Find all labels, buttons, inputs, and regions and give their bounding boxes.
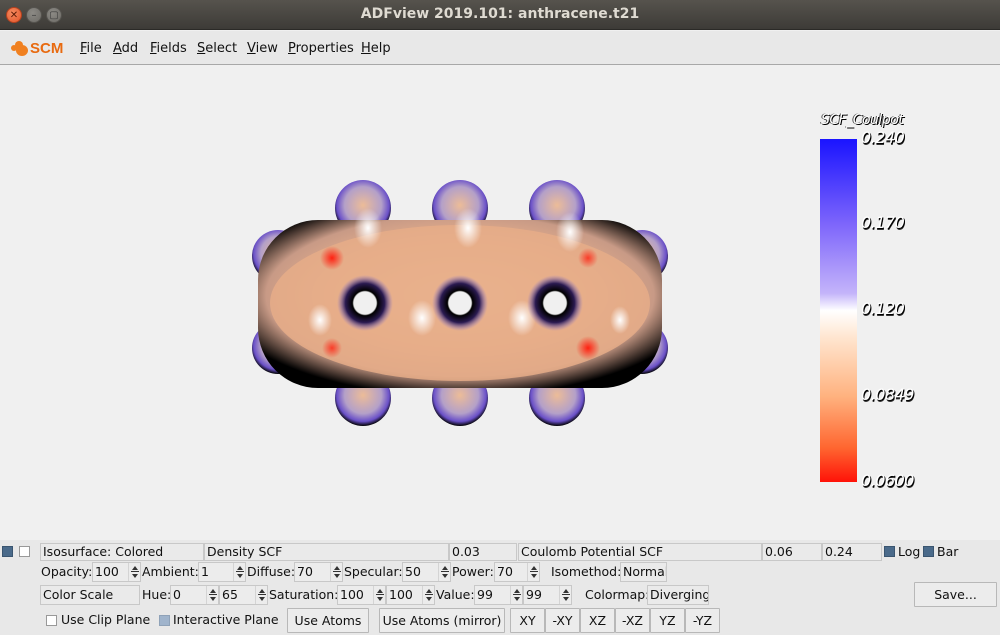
log-label: Log [898, 544, 921, 559]
isovalue-input[interactable]: 0.03 [449, 543, 517, 561]
scm-logo-text: SCM [30, 39, 64, 57]
colormap-label: Colormap: [585, 587, 650, 602]
select-checkbox[interactable] [19, 546, 30, 557]
power-label: Power: [452, 564, 494, 579]
plane-neg-xz-button[interactable]: -XZ [615, 608, 650, 633]
diffuse-spinbox[interactable]: 70 [294, 562, 343, 582]
value-label: Value: [436, 587, 475, 602]
use-clip-plane-label: Use Clip Plane [61, 612, 151, 627]
negative-region [320, 246, 344, 270]
menu-properties[interactable]: Properties [288, 41, 354, 56]
interactive-plane-checkbox[interactable] [159, 615, 170, 626]
menu-mnemonic: P [288, 41, 296, 56]
menu-file[interactable]: File [80, 41, 102, 56]
plane-xz-button[interactable]: XZ [580, 608, 615, 633]
menu-mnemonic: A [113, 41, 122, 56]
color-field-select[interactable]: Coulomb Potential SCF [518, 543, 762, 561]
isomethod-label: Isomethod: [551, 564, 622, 579]
colormap-select[interactable]: Diverging [647, 585, 709, 605]
color-max-input[interactable]: 0.24 [822, 543, 882, 561]
value-min-spinbox[interactable]: 99 [474, 585, 523, 605]
saturation-max-spinbox[interactable]: 100 [386, 585, 435, 605]
use-clip-plane-checkbox[interactable] [46, 615, 57, 626]
hue-min-spinbox[interactable]: 0 [170, 585, 219, 605]
isosurface-type-field[interactable]: Isosurface: Colored [40, 543, 204, 561]
title-bar: ✕ – ▢ ADFview 2019.101: anthracene.t21 [0, 0, 1000, 30]
isosurface-panel: Isosurface: Colored Density SCF 0.03 Cou… [0, 540, 1000, 635]
colorbar-title: SCF_Coulpot [821, 112, 904, 128]
menu-select[interactable]: Select [197, 41, 237, 56]
ring-hole [527, 275, 583, 331]
opacity-spinbox[interactable]: 100 [92, 562, 141, 582]
hue-max-spinbox[interactable]: 65 [219, 585, 268, 605]
specular-label: Specular: [344, 564, 403, 579]
diffuse-label: Diffuse: [247, 564, 296, 579]
window-title: ADFview 2019.101: anthracene.t21 [360, 6, 640, 22]
plane-neg-xy-button[interactable]: -XY [545, 608, 580, 633]
interactive-plane-label: Interactive Plane [173, 612, 279, 627]
density-field-select[interactable]: Density SCF [204, 543, 449, 561]
use-atoms-button[interactable]: Use Atoms [287, 608, 369, 633]
menu-mnemonic: H [361, 41, 371, 56]
colorbar-tick-label: 0.0849 [861, 385, 914, 404]
opacity-label: Opacity: [41, 564, 93, 579]
use-atoms-mirror-button[interactable]: Use Atoms (mirror) [379, 608, 505, 633]
colorbar-tick-label: 0.0600 [861, 471, 914, 490]
menu-view[interactable]: View [247, 41, 278, 56]
menu-help[interactable]: Help [361, 41, 391, 56]
menu-add[interactable]: Add [113, 41, 138, 56]
ring-hole [337, 275, 393, 331]
menu-mnemonic: F [80, 41, 87, 56]
scm-logo[interactable]: SCM [11, 39, 63, 57]
ambient-spinbox[interactable]: 1 [198, 562, 246, 582]
ambient-label: Ambient: [142, 564, 199, 579]
menu-mnemonic: F [150, 41, 157, 56]
specular-spinbox[interactable]: 50 [402, 562, 451, 582]
saturation-label: Saturation: [269, 587, 339, 602]
menu-fields[interactable]: Fields [150, 41, 187, 56]
bar-checkbox[interactable] [923, 546, 934, 557]
plane-yz-button[interactable]: YZ [650, 608, 685, 633]
menu-mnemonic: S [197, 41, 206, 56]
saturation-min-spinbox[interactable]: 100 [337, 585, 386, 605]
hue-label: Hue: [142, 587, 172, 602]
save-button[interactable]: Save... [914, 582, 997, 607]
log-checkbox[interactable] [884, 546, 895, 557]
anthracene-isosurface[interactable] [240, 170, 680, 440]
menu-bar: SCM File Add Fields Select View Properti… [0, 31, 1000, 65]
visible-checkbox[interactable] [2, 546, 13, 557]
colorbar-tick-label: 0.120 [861, 299, 905, 318]
color-min-input[interactable]: 0.06 [762, 543, 822, 561]
power-spinbox[interactable]: 70 [494, 562, 540, 582]
colorbar [820, 139, 857, 482]
plane-xy-button[interactable]: XY [510, 608, 545, 633]
ring-hole [432, 275, 488, 331]
scm-logo-icon [11, 40, 29, 56]
value-max-spinbox[interactable]: 99 [523, 585, 572, 605]
menu-mnemonic: V [247, 41, 256, 56]
colorbar-tick-label: 0.170 [861, 213, 905, 232]
colorbar-tick-label: 0.240 [861, 128, 905, 147]
plane-neg-yz-button[interactable]: -YZ [685, 608, 720, 633]
negative-region [576, 336, 600, 360]
bar-label: Bar [937, 544, 959, 559]
isomethod-select[interactable]: Normal [620, 562, 667, 582]
color-scale-select[interactable]: Color Scale [40, 585, 140, 605]
